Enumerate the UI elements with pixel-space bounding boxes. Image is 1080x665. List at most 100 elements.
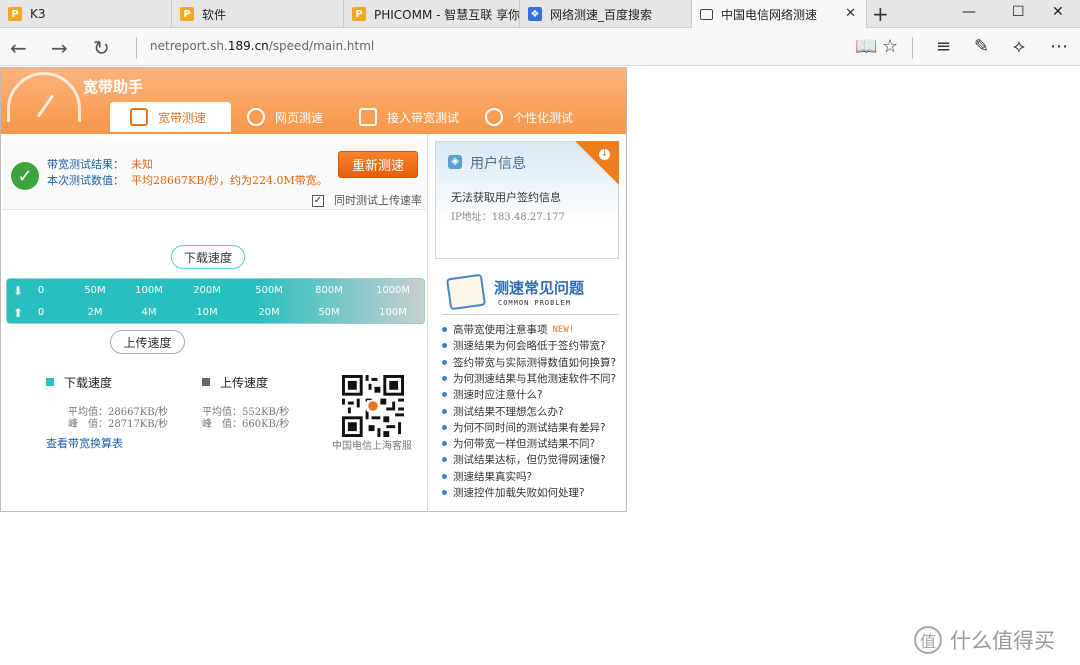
faq-item-label: 测速时应注意什么? xyxy=(453,389,543,402)
favorite-star-icon[interactable]: ☆ xyxy=(882,36,898,57)
download-scale: ⬇ 0 50M 100M 200M 500M 800M 1000M xyxy=(7,283,426,301)
browser-tab-telecom-speedtest[interactable]: 中国电信网络测速 ✕ xyxy=(692,0,867,29)
window-close-button[interactable]: ✕ xyxy=(1052,4,1064,20)
download-tick: 0 xyxy=(37,285,45,296)
faq-item[interactable]: 测速结果真实吗? xyxy=(442,469,532,484)
faq-item[interactable]: 为何带宽一样但测试结果不同? xyxy=(442,436,595,451)
upload-tick: 2M xyxy=(87,307,103,318)
tab-title: PHICOMM - 智慧互联 享你 xyxy=(374,7,520,22)
forward-icon[interactable]: → xyxy=(51,36,68,60)
tab-title: 网络测速_百度搜索 xyxy=(550,7,653,22)
bullet-icon xyxy=(442,375,447,381)
reading-view-icon[interactable]: 📖 xyxy=(855,36,877,57)
tab-custom-test[interactable]: 个性化测试 xyxy=(485,102,595,132)
clock-icon xyxy=(485,108,503,126)
retest-button[interactable]: 重新测速 xyxy=(338,151,418,178)
faq-item-label: 为何带宽一样但测试结果不同? xyxy=(453,438,596,451)
faq-item[interactable]: 为何测速结果与其他测速软件不同? xyxy=(442,371,616,386)
app-header: 宽带助手 宽带测速 网页测速 接入带宽测试 个性化测试 xyxy=(1,68,626,134)
tab-title: 中国电信网络测速 xyxy=(721,8,818,22)
pconline-icon: P xyxy=(8,7,22,21)
browser-tab-k3[interactable]: P K3 xyxy=(0,0,172,28)
bullet-icon xyxy=(442,490,447,495)
bullet-icon xyxy=(442,327,447,332)
upload-icon: ⬆ xyxy=(13,306,24,320)
download-tick: 200M xyxy=(193,285,221,296)
url-prefix: netreport.sh. xyxy=(150,39,228,53)
tab-title: K3 xyxy=(30,7,46,21)
new-badge: NEW! xyxy=(552,324,575,335)
check-icon: ✓ xyxy=(11,162,39,190)
qr-code-icon xyxy=(342,375,404,437)
faq-subtitle: COMMON PROBLEM xyxy=(498,299,572,307)
faq-item[interactable]: 测试结果达标，但仍觉得网速慢? xyxy=(442,452,606,467)
minimize-button[interactable]: — xyxy=(962,4,976,20)
refresh-icon[interactable]: ↻ xyxy=(93,36,110,60)
browser-tab-baidu[interactable]: ❖ 网络测速_百度搜索 xyxy=(520,0,692,28)
tab-title: 软件 xyxy=(202,7,227,22)
download-peak: 峰 值：28717KB/秒 xyxy=(68,419,168,430)
qr-caption: 中国电信上海客服 xyxy=(332,441,412,452)
faq-item[interactable]: 高带宽使用注意事项 NEW! xyxy=(442,322,574,337)
bullet-icon xyxy=(442,424,447,430)
faq-item[interactable]: 签约带宽与实际测得数值如何换算? xyxy=(442,355,616,370)
tab-label: 网页测速 xyxy=(275,110,324,125)
pconline-icon: P xyxy=(352,7,366,21)
bandwidth-conversion-link[interactable]: 查看带宽换算表 xyxy=(46,435,123,451)
upload-peak: 峰 值：660KB/秒 xyxy=(202,419,290,430)
hub-icon[interactable]: ≡ xyxy=(936,36,951,57)
close-tab-icon[interactable]: ✕ xyxy=(845,6,856,21)
watermark-text: 什么值得买 xyxy=(950,629,1055,653)
pconline-icon: P xyxy=(180,7,194,21)
bullet-icon xyxy=(442,343,447,349)
url-field[interactable]: netreport.sh.189.cn/speed/main.html xyxy=(150,39,374,53)
upload-test-checkbox[interactable]: ✓ xyxy=(312,195,324,207)
faq-document-icon xyxy=(445,273,487,311)
bandwidth-result-value: 未知 xyxy=(131,158,153,171)
faq-item[interactable]: 测速结果为何会略低于签约带宽? xyxy=(442,338,606,353)
faq-item[interactable]: 测试结果不理想怎么办? xyxy=(442,404,564,419)
brand-title: 宽带助手 xyxy=(83,78,144,96)
upload-scale: ⬆ 0 2M 4M 10M 20M 50M 100M xyxy=(7,305,426,323)
ip-address: 183.48.27.177 xyxy=(491,212,565,223)
current-result-label: 本次测试数值： xyxy=(47,174,124,187)
upload-legend-swatch xyxy=(202,378,210,386)
faq-item[interactable]: 为何不同时间的测试结果有差异? xyxy=(442,420,606,435)
watermark: 值 什么值得买 xyxy=(914,625,1055,655)
faq-item-label: 测速控件加载失败如何处理? xyxy=(453,487,585,499)
browser-tab-phicomm[interactable]: P PHICOMM - 智慧互联 享你 xyxy=(344,0,520,28)
tab-label: 接入带宽测试 xyxy=(387,110,460,125)
faq-title: 测速常见问题 xyxy=(494,279,585,297)
upload-tick: 10M xyxy=(196,307,218,318)
tab-broadband-speed[interactable]: 宽带测速 xyxy=(110,102,231,132)
user-ip-line: IP地址：183.48.27.177 xyxy=(451,208,565,223)
tab-label: 个性化测试 xyxy=(513,110,574,125)
more-icon[interactable]: ⋯ xyxy=(1050,36,1068,57)
upload-speed-bubble: 上传速度 xyxy=(110,330,185,354)
tab-web-speed[interactable]: 网页测速 xyxy=(247,102,347,132)
faq-item-label: 测试结果达标，但仍觉得网速慢? xyxy=(453,454,606,467)
speedtest-page: 宽带助手 宽带测速 网页测速 接入带宽测试 个性化测试 ✓ 带宽测试结果： 未知… xyxy=(0,67,627,512)
tab-access-bandwidth[interactable]: 接入带宽测试 xyxy=(359,102,474,132)
download-tick: 100M xyxy=(135,285,163,296)
current-result-value: 平均28667KB/秒，约为224.0M带宽。 xyxy=(131,174,328,187)
browser-tab-software[interactable]: P 软件 xyxy=(172,0,344,28)
download-stats-title: 下载速度 xyxy=(64,376,113,390)
faq-item[interactable]: 测速时应注意什么? xyxy=(442,387,543,402)
bandwidth-result-label: 带宽测试结果： xyxy=(47,158,124,171)
divider xyxy=(136,37,137,59)
bullet-icon xyxy=(442,457,447,463)
upload-stats-title: 上传速度 xyxy=(220,376,269,390)
speed-meter-bar: ⬇ 0 50M 100M 200M 500M 800M 1000M ⬆ 0 2M 4M 10M 20… xyxy=(6,278,425,324)
share-icon[interactable]: ⟡ xyxy=(1013,36,1025,57)
user-info-title: 用户信息 xyxy=(470,156,526,172)
bullet-icon xyxy=(442,359,447,365)
maximize-button[interactable]: ☐ xyxy=(1012,4,1025,20)
download-arrow-icon[interactable]: ↓ xyxy=(599,149,610,160)
back-icon[interactable]: ← xyxy=(10,36,27,60)
web-note-icon[interactable]: ✎ xyxy=(974,36,989,57)
faq-item-label: 签约带宽与实际测得数值如何换算? xyxy=(453,356,617,369)
new-tab-button[interactable]: + xyxy=(872,2,889,26)
faq-item[interactable]: 测速控件加载失败如何处理? xyxy=(442,485,585,500)
ip-label: IP地址： xyxy=(451,212,492,223)
